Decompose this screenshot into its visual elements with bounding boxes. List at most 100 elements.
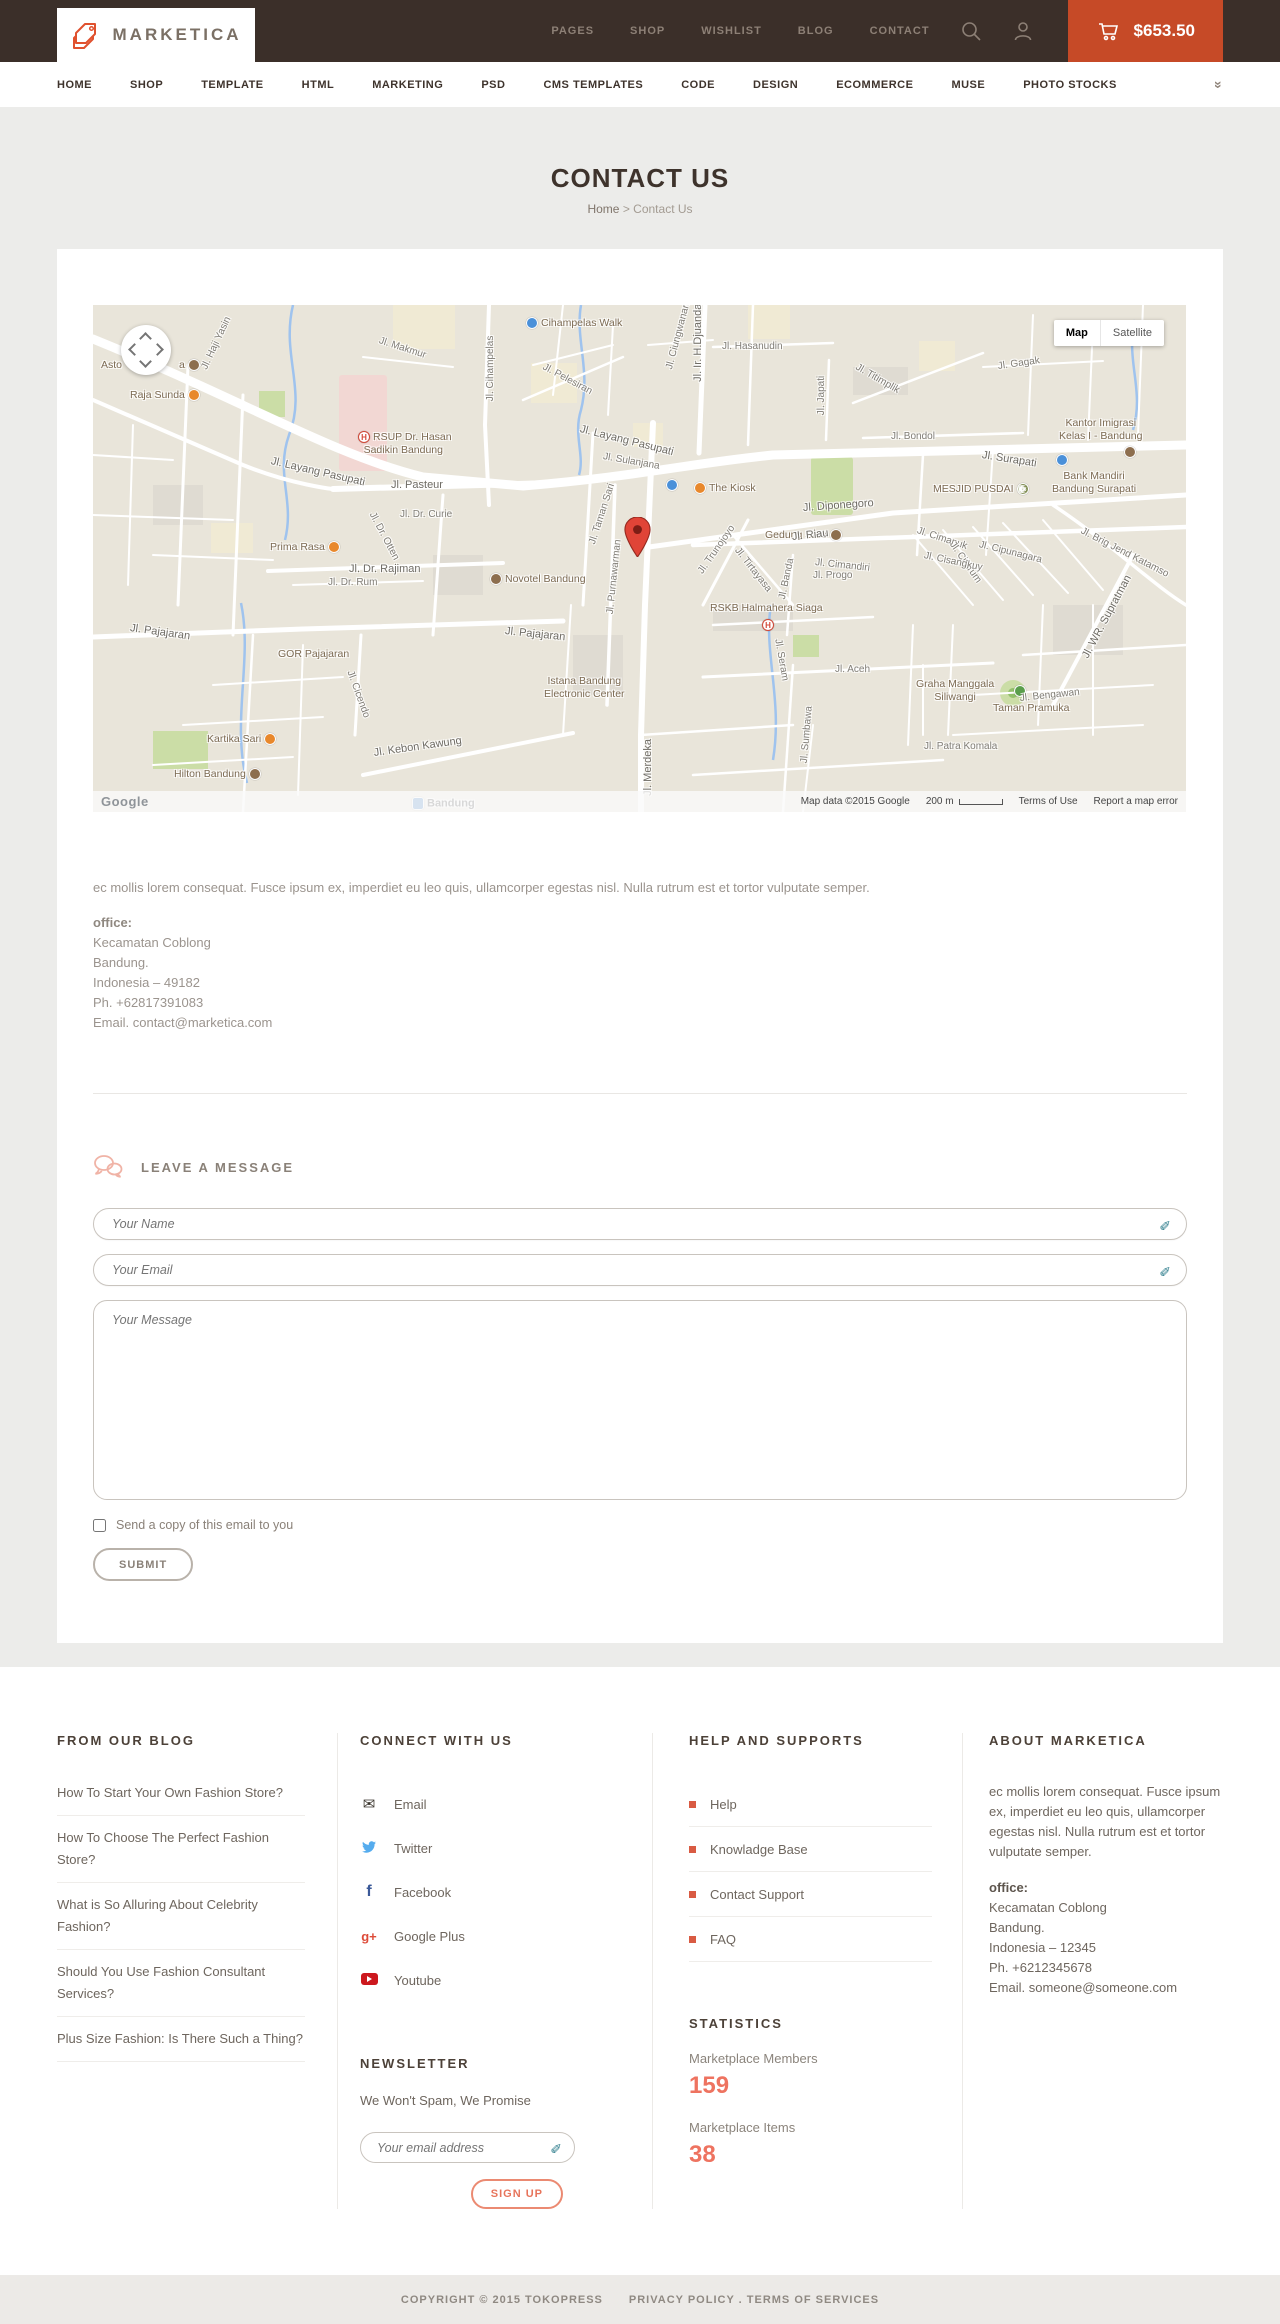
blog-link[interactable]: How To Start Your Own Fashion Store? [57,1782,305,1816]
name-input[interactable] [93,1208,1187,1240]
footer-connect-column: CONNECT WITH US ✉ Email Twitter f Facebook g+… [337,1733,652,2209]
cat-nav-muse[interactable]: MUSE [951,79,985,91]
blog-link[interactable]: What is So Alluring About Celebrity Fash… [57,1883,305,1950]
address-line: Email. contact@marketica.com [93,1015,273,1030]
square-bullet-icon [689,1935,696,1943]
address-line: Ph. +62817391083 [93,995,204,1010]
map-label: Kartika Sari [207,733,279,746]
cart-total: $653.50 [1133,21,1195,40]
breadcrumb-separator: > [622,202,630,216]
cat-nav-ecommerce[interactable]: ECOMMERCE [836,79,913,91]
pan-up-icon[interactable] [139,332,152,345]
hotel-icon [490,573,502,586]
mall-icon [663,479,681,492]
report-map-error-link[interactable]: Report a map error [1094,796,1178,807]
breadcrumb: Home > Contact Us [0,202,1280,216]
social-link-twitter[interactable]: Twitter [360,1826,612,1870]
social-link-email[interactable]: ✉ Email [360,1782,612,1826]
bank-icon [1056,454,1068,466]
cat-nav-marketing[interactable]: MARKETING [372,79,443,91]
header-nav-wishlist[interactable]: WISHLIST [701,25,762,37]
address-line: Kecamatan Coblong [989,1900,1107,1915]
satellite-button[interactable]: Satellite [1099,320,1164,346]
nav-more-chevron-icon[interactable]: » [1211,80,1227,88]
breadcrumb-current: Contact Us [633,202,693,216]
help-list: Help Knowladge Base Contact Support FAQ [689,1782,932,1962]
cat-nav-photo-stocks[interactable]: PHOTO STOCKS [1023,79,1117,91]
map-label: Bank Mandiri Bandung Surapati [1052,470,1137,496]
help-link-knowladge-base[interactable]: Knowladge Base [689,1827,932,1872]
cart-button[interactable]: $653.50 [1067,0,1223,62]
logo[interactable]: MARKETICA [57,8,255,62]
chat-bubbles-icon [94,1155,123,1178]
restaurant-icon [694,482,706,495]
map-button[interactable]: Map [1053,320,1100,346]
about-text: ec mollis lorem consequat. Fusce ipsum e… [989,1784,1221,1859]
map-label: Jl. Japati [815,375,827,416]
map-label: Jl. Taman Sari [587,482,618,546]
map-label: Jl. Hasanudin [722,341,783,352]
message-textarea[interactable] [93,1300,1187,1500]
cat-nav-code[interactable]: CODE [681,79,715,91]
search-icon[interactable] [960,20,982,42]
map-label: Jl. WR. Supratman [1079,573,1134,661]
footer-about-column: ABOUT MARKETICA ec mollis lorem consequa… [962,1733,1223,2209]
form-heading-row: LEAVE A MESSAGE [93,1154,1187,1180]
pan-right-icon[interactable] [151,343,164,356]
newsletter-email-input[interactable] [360,2132,575,2163]
map-label: Jl. Progo [813,570,853,581]
header-nav-shop[interactable]: SHOP [630,25,665,37]
submit-button[interactable]: SUBMIT [93,1548,194,1581]
send-copy-label: Send a copy of this email to you [116,1518,294,1532]
address-line: Ph. +6212345678 [989,1960,1093,1975]
social-link-facebook[interactable]: f Facebook [360,1870,612,1914]
map-label: Jl. Layang Pasupati [269,455,367,489]
cat-nav-design[interactable]: DESIGN [753,79,798,91]
header-nav-contact[interactable]: CONTACT [870,25,930,37]
blog-link[interactable]: Plus Size Fashion: Is There Such a Thing… [57,2017,305,2062]
scale-bar [958,798,1003,805]
cat-nav-cms-templates[interactable]: CMS TEMPLATES [543,79,643,91]
map-label: Jl. Pasteur [391,479,443,491]
footer-links[interactable]: PRIVACY POLICY . TERMS OF SERVICES [629,2294,879,2306]
cat-nav-html[interactable]: HTML [302,79,335,91]
cat-nav-psd[interactable]: PSD [481,79,505,91]
user-icon[interactable] [1012,20,1034,42]
map-label: Jl. Gagak [997,355,1041,372]
address-line: Kecamatan Coblong [93,935,211,950]
map-pan-control[interactable] [121,325,171,375]
map-label: Istana Bandung Electronic Center [544,675,625,701]
pan-left-icon[interactable] [128,343,141,356]
cat-nav-shop[interactable]: SHOP [130,79,163,91]
social-link-gplus[interactable]: g+ Google Plus [360,1914,612,1958]
map-pin-icon[interactable] [624,517,651,557]
contact-intro-text: ec mollis lorem consequat. Fusce ipsum e… [93,880,870,895]
pan-down-icon[interactable] [139,355,152,368]
send-copy-checkbox[interactable] [93,1518,106,1532]
map-labels-layer: Asto a Raja Sunda Jl. Haji Yasin Jl. Makmur J… [93,305,1186,812]
social-link-youtube[interactable]: Youtube [360,1958,612,2002]
newsletter-tagline: We Won't Spam, We Promise [360,2093,531,2108]
blog-link[interactable]: Should You Use Fashion Consultant Servic… [57,1950,305,2017]
address-line: Bandung. [989,1920,1045,1935]
cat-nav-template[interactable]: TEMPLATE [201,79,263,91]
connect-heading: CONNECT WITH US [360,1733,513,1748]
blog-link[interactable]: How To Choose The Perfect Fashion Store? [57,1816,305,1883]
help-link-faq[interactable]: FAQ [689,1917,932,1962]
about-office-block: office: Kecamatan Coblong Bandung. Indones… [989,1878,1223,1998]
signup-button[interactable]: SIGN UP [470,2179,563,2209]
terms-of-use-link[interactable]: Terms of Use [1019,796,1078,807]
map-label: Jl. Dr. Rum [328,577,378,588]
content-card: Asto a Raja Sunda Jl. Haji Yasin Jl. Makmur J… [57,249,1223,1643]
breadcrumb-home[interactable]: Home [587,202,619,216]
header-nav-blog[interactable]: BLOG [798,25,834,37]
header-nav-pages[interactable]: PAGES [551,25,594,37]
map-label: Jl. Makmur [377,335,428,361]
help-link-help[interactable]: Help [689,1782,932,1827]
cat-nav-home[interactable]: HOME [57,79,92,91]
map-label: Jl. Kebon Kawung [373,734,463,759]
email-input[interactable] [93,1254,1187,1286]
google-map[interactable]: Asto a Raja Sunda Jl. Haji Yasin Jl. Makmur J… [93,305,1186,812]
map-label: RSKB Halmahera Siaga [710,602,823,614]
help-link-contact-support[interactable]: Contact Support [689,1872,932,1917]
